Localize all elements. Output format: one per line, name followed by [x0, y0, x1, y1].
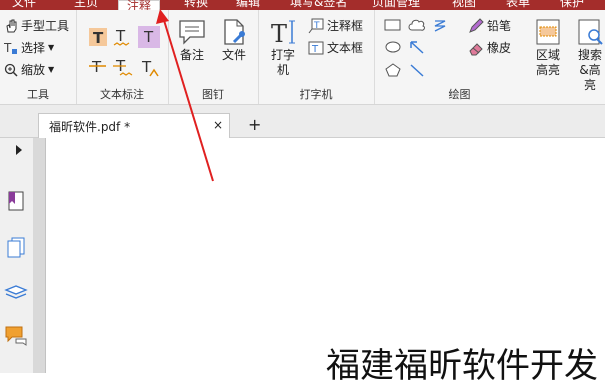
group-pin: 备注 文件 图钉 — [168, 10, 259, 104]
group-label-drawing: 绘图 — [448, 88, 471, 101]
ribbon: 手型工具 T 选择 ▼ 缩放 ▼ 工具 T T T T T T 文本标注 备注 … — [0, 10, 605, 105]
chevron-down-icon: ▼ — [48, 43, 55, 52]
zoom-tool-label: 缩放 — [21, 63, 46, 77]
tab-home[interactable]: 主页 — [74, 0, 98, 10]
svg-text:T: T — [141, 58, 152, 76]
search-highlight-button[interactable]: 搜索&高亮 — [570, 18, 605, 93]
tab-convert[interactable]: 转换 — [184, 0, 208, 10]
oval-icon[interactable] — [384, 40, 402, 54]
insert-text-icon[interactable]: T — [138, 56, 160, 78]
file-attach-button[interactable]: 文件 — [216, 18, 252, 63]
hand-tool-button[interactable]: 手型工具 — [4, 16, 69, 36]
document-tab-strip: 福昕软件.pdf * × + — [0, 105, 605, 138]
document-tab[interactable]: 福昕软件.pdf * × — [38, 113, 230, 138]
search-highlight-label: 搜索&高亮 — [577, 48, 602, 92]
pencil-button[interactable]: 铅笔 — [468, 16, 511, 36]
group-label-text-markup: 文本标注 — [100, 88, 144, 101]
close-icon[interactable]: × — [213, 118, 223, 132]
textbox-label: 文本框 — [327, 41, 364, 55]
line-icon[interactable] — [408, 62, 426, 78]
polygon-icon[interactable] — [384, 62, 402, 78]
bookmark-icon[interactable] — [6, 190, 26, 212]
hand-icon — [6, 19, 17, 33]
area-highlight-label: 区域高亮 — [535, 48, 560, 77]
svg-text:T: T — [271, 20, 287, 46]
tab-edit[interactable]: 编辑 — [236, 0, 260, 10]
typewriter-button[interactable]: T 打字机 — [268, 18, 298, 78]
textbox-icon: T — [308, 41, 324, 55]
typewriter-icon: T — [271, 20, 295, 46]
sidebar-splitter[interactable] — [33, 138, 46, 373]
note-icon — [179, 20, 205, 45]
svg-text:T: T — [143, 28, 154, 46]
pencil-label: 铅笔 — [487, 19, 512, 33]
select-tool-button[interactable]: T 选择 ▼ — [4, 38, 54, 58]
note-button[interactable]: 备注 — [174, 18, 210, 63]
text-select-icon: T — [4, 41, 17, 55]
strikeout-text-icon[interactable]: T — [88, 56, 108, 78]
comments-icon[interactable] — [4, 324, 28, 346]
replace-text-icon[interactable]: T — [138, 26, 160, 48]
callout-label: 注释框 — [327, 19, 364, 33]
pages-thumbnail-icon[interactable] — [6, 236, 26, 258]
polyline-icon[interactable] — [432, 18, 450, 32]
file-attachment-icon — [224, 19, 245, 45]
eraser-icon — [469, 43, 483, 56]
zoom-icon — [4, 63, 18, 77]
file-label: 文件 — [221, 48, 246, 62]
select-tool-label: 选择 — [21, 41, 46, 55]
tab-fill-sign[interactable]: 填写&签名 — [290, 0, 347, 10]
group-tools: 手型工具 T 选择 ▼ 缩放 ▼ 工具 — [0, 10, 77, 104]
textbox-button[interactable]: T 文本框 — [308, 38, 363, 58]
expand-panel-icon[interactable] — [14, 144, 24, 156]
area-highlight-button[interactable]: 区域高亮 — [530, 18, 566, 78]
menu-bar: 文件 主页 注释 转换 编辑 填写&签名 页面管理 视图 表单 保护 — [0, 0, 605, 10]
layers-icon[interactable] — [4, 280, 28, 302]
callout-button[interactable]: T 注释框 — [308, 16, 363, 36]
typewriter-label: 打字机 — [270, 48, 295, 77]
zoom-tool-button[interactable]: 缩放 ▼ — [4, 60, 54, 80]
tab-comment[interactable]: 注释 — [118, 0, 161, 10]
group-text-markup: T T T T T T 文本标注 — [76, 10, 169, 104]
group-label-tools: 工具 — [27, 88, 49, 101]
document-tab-title: 福昕软件.pdf * — [49, 120, 131, 134]
tab-protect[interactable]: 保护 — [560, 0, 584, 10]
eraser-label: 橡皮 — [487, 41, 512, 55]
svg-text:T: T — [91, 58, 102, 76]
tab-view[interactable]: 视图 — [452, 0, 476, 10]
note-label: 备注 — [179, 48, 204, 62]
new-tab-icon[interactable]: + — [248, 115, 261, 134]
highlight-text-icon[interactable]: T — [88, 26, 108, 48]
callout-icon: T — [308, 18, 324, 34]
rectangle-icon[interactable] — [384, 18, 402, 32]
hand-tool-label: 手型工具 — [21, 19, 70, 33]
document-heading: 福建福昕软件开发 — [326, 346, 598, 386]
svg-text:T: T — [4, 41, 12, 55]
group-drawing: 铅笔 橡皮 区域高亮 搜索&高亮 绘图 — [374, 10, 605, 104]
area-highlight-icon — [536, 19, 560, 45]
squiggly-text-icon[interactable]: T — [112, 56, 134, 78]
tab-page-management[interactable]: 页面管理 — [372, 0, 420, 10]
document-page: 福建福昕软件开发 — [46, 138, 605, 386]
group-typewriter: T 打字机 T 注释框 T 文本框 打字机 — [258, 10, 375, 104]
eraser-button[interactable]: 橡皮 — [468, 38, 511, 58]
svg-text:T: T — [313, 21, 320, 31]
svg-text:T: T — [311, 44, 319, 55]
group-label-pin: 图钉 — [202, 88, 224, 101]
cloud-icon[interactable] — [408, 18, 426, 32]
svg-text:T: T — [115, 27, 126, 45]
search-highlight-icon — [578, 19, 603, 45]
group-label-typewriter: 打字机 — [299, 88, 333, 101]
tab-file[interactable]: 文件 — [12, 0, 36, 10]
svg-text:T: T — [93, 29, 104, 47]
chevron-down-icon: ▼ — [48, 65, 55, 74]
pencil-icon — [469, 18, 484, 33]
tab-form[interactable]: 表单 — [506, 0, 530, 10]
navigation-sidebar — [0, 138, 34, 373]
arrow-icon[interactable] — [408, 40, 426, 54]
underline-text-icon[interactable]: T — [112, 26, 132, 48]
